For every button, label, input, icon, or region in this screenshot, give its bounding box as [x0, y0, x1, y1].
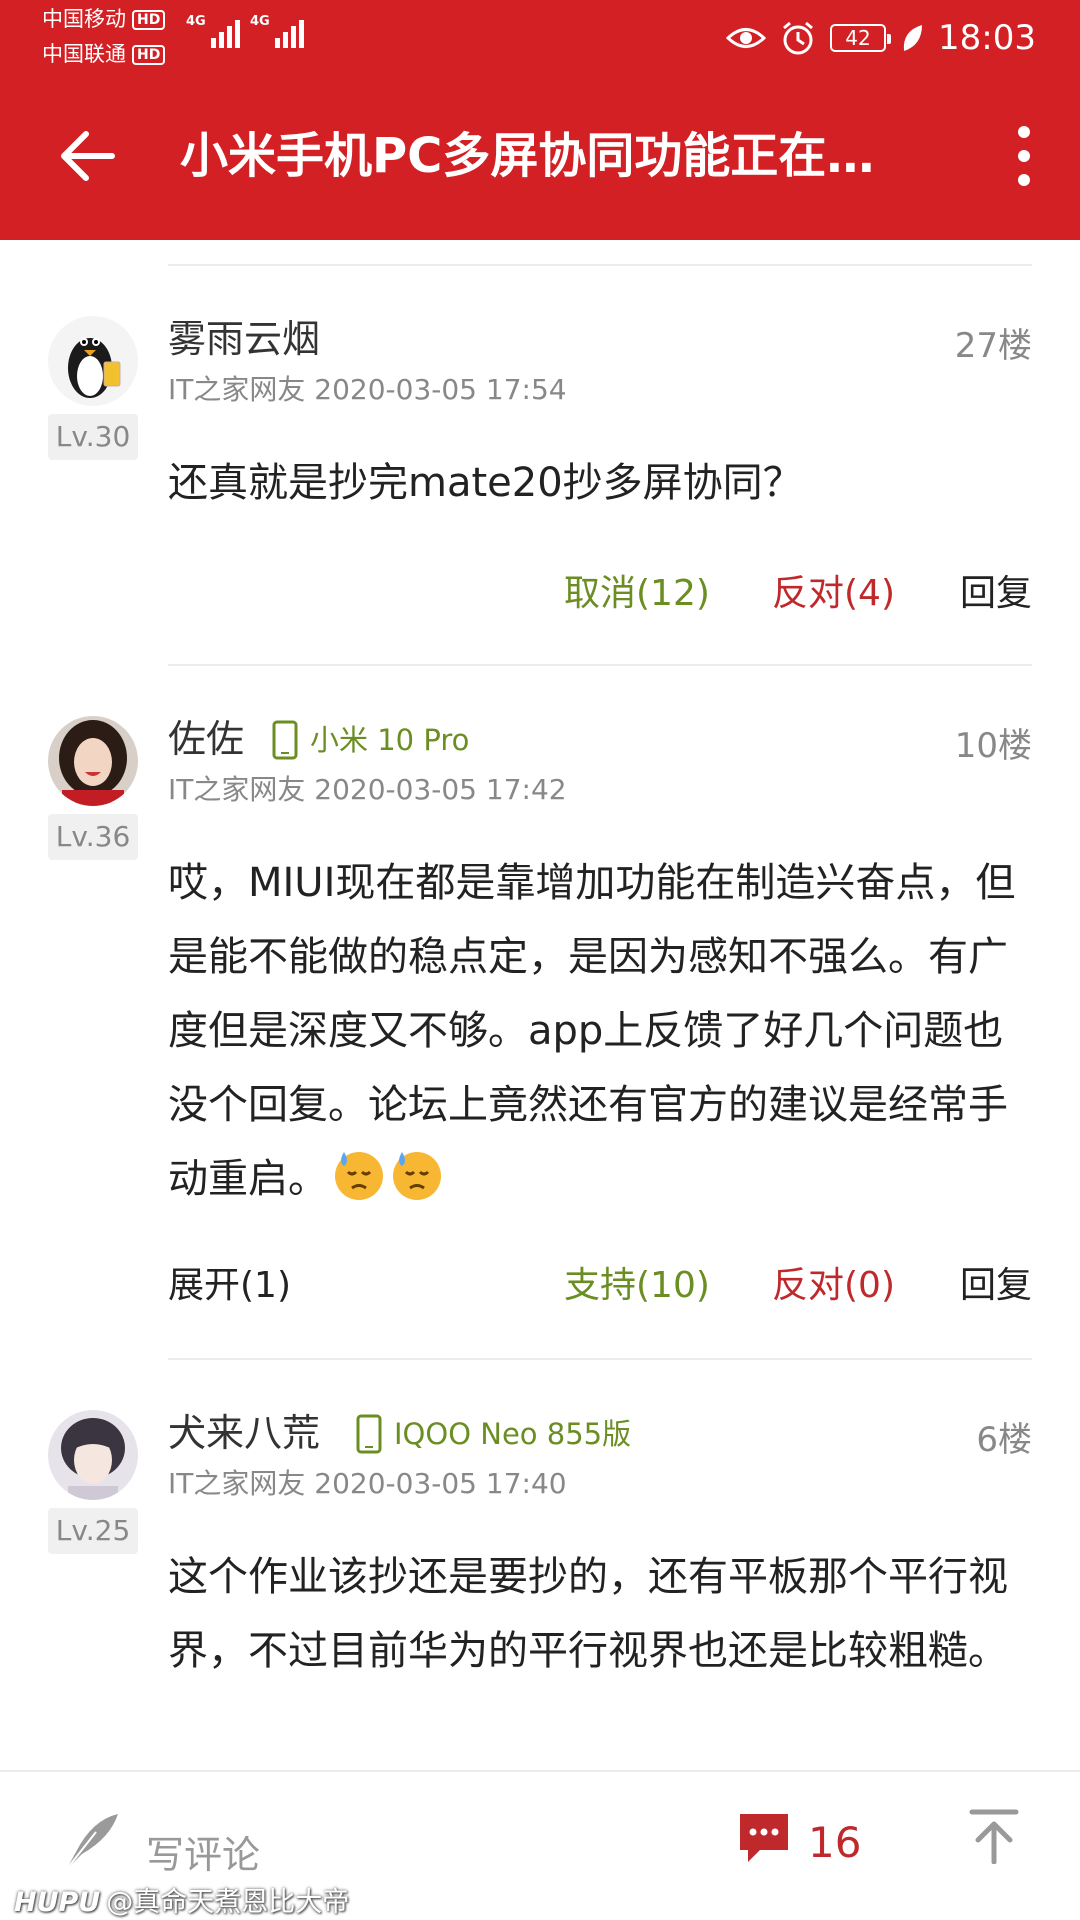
status-bar: 中国移动 HD 中国联通 HD 4G 4G 42 18:03: [0, 0, 1080, 80]
divider: [168, 664, 1032, 666]
app-bar: 小米手机PC多屏协同功能正在…: [0, 100, 1080, 212]
reply-button[interactable]: 回复: [960, 564, 1032, 616]
battery-level: 42: [845, 26, 871, 50]
avatar[interactable]: [48, 316, 138, 406]
expand-button[interactable]: 展开(1): [168, 1256, 291, 1308]
oppose-button[interactable]: 反对(4): [772, 564, 895, 616]
comment-meta: IT之家网友 2020-03-05 17:42: [168, 773, 567, 806]
watermark-user: @真命天煮恩比大帝: [106, 1887, 350, 1918]
avatar[interactable]: [48, 1410, 138, 1500]
network-type-1: 4G: [186, 14, 206, 29]
carrier-1: 中国移动 HD: [42, 6, 166, 32]
eye-icon: [726, 28, 767, 48]
phone-icon: [272, 720, 298, 760]
comment-count[interactable]: 16: [808, 1818, 861, 1867]
leaf-icon: [903, 25, 923, 51]
divider: [168, 264, 1032, 266]
device-name: 小米 10 Pro: [310, 723, 470, 757]
device-tag: 小米 10 Pro: [272, 720, 469, 760]
username[interactable]: 雾雨云烟: [168, 314, 320, 364]
support-button[interactable]: 支持(10): [564, 1256, 710, 1308]
comment-body: 哎，MIUI现在都是靠增加功能在制造兴奋点，但是能不能做的稳点定，是因为感知不强…: [168, 846, 1038, 1216]
phone-icon: [356, 1414, 382, 1454]
comment-actions: 取消(12) 反对(4) 回复: [168, 564, 1032, 614]
carrier-1-label: 中国移动: [42, 7, 126, 31]
comment-icon[interactable]: [736, 1810, 792, 1866]
support-button[interactable]: 取消(12): [564, 564, 710, 616]
clock: 18:03: [938, 18, 1036, 58]
carrier-2-label: 中国联通: [42, 42, 126, 66]
more-vertical-icon[interactable]: [1010, 126, 1038, 186]
username[interactable]: 佐佐: [168, 714, 244, 764]
comment-text: 哎，MIUI现在都是靠增加功能在制造兴奋点，但是能不能做的稳点定，是因为感知不强…: [168, 860, 1016, 1202]
hd-badge: HD: [132, 45, 166, 65]
floor-number: 27楼: [954, 326, 1032, 366]
sweat-face-icon: [335, 1152, 383, 1200]
floor-number: 10楼: [954, 726, 1032, 766]
alarm-icon: [783, 21, 813, 55]
divider: [168, 1358, 1032, 1360]
comment-body: 这个作业该抄还是要抄的，还有平板那个平行视界，不过目前华为的平行视界也还是比较粗…: [168, 1554, 1008, 1674]
floor-number: 6楼: [976, 1420, 1032, 1460]
quill-icon: [65, 1814, 118, 1871]
level-badge: Lv.36: [48, 814, 138, 860]
level-badge: Lv.25: [48, 1508, 138, 1554]
write-comment-button[interactable]: 写评论: [146, 1824, 260, 1879]
status-right: 42 18:03: [726, 16, 1036, 60]
arrow-left-icon[interactable]: [52, 120, 124, 192]
reply-button[interactable]: 回复: [960, 1256, 1032, 1308]
oppose-button[interactable]: 反对(0): [772, 1256, 895, 1308]
comment-meta: IT之家网友 2020-03-05 17:40: [168, 1467, 567, 1500]
hd-badge: HD: [132, 10, 166, 30]
signal-icon: 4G: [250, 14, 304, 48]
avatar[interactable]: [48, 716, 138, 806]
comment-actions: 展开(1) 支持(10) 反对(0) 回复: [168, 1256, 1032, 1306]
carrier-2: 中国联通 HD: [42, 41, 166, 67]
device-tag: IQOO Neo 855版: [356, 1414, 631, 1454]
comment-meta: IT之家网友 2020-03-05 17:54: [168, 373, 567, 406]
page-title: 小米手机PC多屏协同功能正在…: [180, 128, 875, 184]
comment-body: 还真就是抄完mate20抄多屏协同？: [168, 460, 803, 506]
level-badge: Lv.30: [48, 414, 138, 460]
watermark-brand: HUPU: [14, 1887, 101, 1918]
watermark: HUPU @真命天煮恩比大帝: [14, 1880, 349, 1919]
network-type-2: 4G: [250, 14, 270, 29]
top-bar: 中国移动 HD 中国联通 HD 4G 4G 42 18:03 小米手机PC多屏协同功…: [0, 0, 1080, 240]
back-to-top-icon[interactable]: [968, 1808, 1020, 1864]
signal-icon: 4G: [186, 14, 240, 48]
sweat-face-icon: [393, 1152, 441, 1200]
username[interactable]: 犬来八荒: [168, 1408, 320, 1458]
device-name: IQOO Neo 855版: [394, 1417, 632, 1451]
battery-icon: 42: [830, 24, 892, 52]
